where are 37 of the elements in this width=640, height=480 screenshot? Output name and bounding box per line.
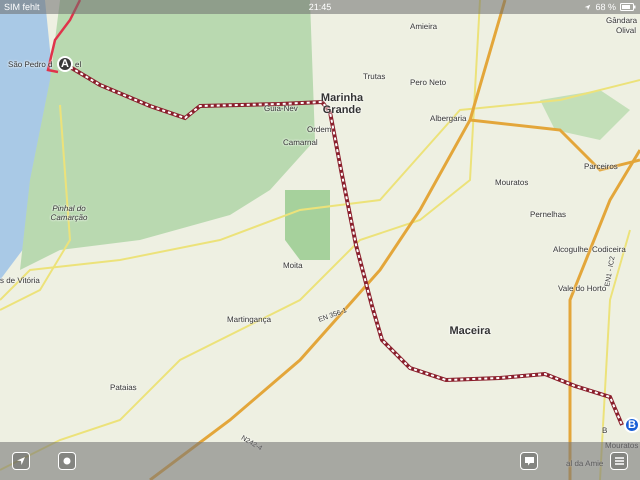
place-label: Alcogulhe [553, 245, 588, 254]
place-label: B [602, 426, 608, 435]
place-label: Amieira [410, 22, 438, 31]
battery-percent: 68 % [595, 2, 616, 12]
place-label: Trutas [363, 72, 386, 81]
place-label: s de Vitória [0, 276, 40, 285]
clock-time: 21:45 [308, 2, 332, 12]
place-label: Pinhal do Camarção [50, 204, 88, 222]
carrier-text: SIM fehlt [4, 2, 41, 12]
place-label: Camarnal [283, 138, 318, 147]
list-button[interactable] [610, 452, 628, 470]
list-icon [614, 456, 624, 466]
location-arrow-icon [584, 4, 592, 10]
location-arrow-icon [16, 456, 26, 466]
place-label: Mouratos [605, 441, 638, 450]
record-dot-icon [63, 457, 71, 465]
battery-icon [620, 3, 636, 11]
place-label: Moita [283, 261, 303, 270]
place-label: Vale do Horto [558, 284, 606, 293]
speech-bubble-icon [524, 456, 534, 466]
place-label: Guia-Nev [264, 104, 298, 113]
place-label: Martingança [227, 315, 272, 324]
place-label: Ordem [307, 125, 332, 134]
place-label: Olival [616, 26, 636, 35]
place-label: Maceira [448, 325, 492, 337]
locate-button[interactable] [12, 452, 30, 470]
place-label: Pernelhas [530, 210, 566, 219]
place-label: Pero Neto [410, 78, 446, 87]
place-label: Gândara [606, 16, 638, 25]
place-label: Albergaria [430, 114, 466, 123]
route-marker[interactable]: B [624, 417, 640, 433]
place-label: Mouratos [495, 178, 528, 187]
place-label: al da Amie [566, 459, 604, 468]
layers-button[interactable] [520, 452, 538, 470]
place-label: el [75, 60, 82, 69]
record-button[interactable] [58, 452, 76, 470]
place-label: Pataias [110, 383, 137, 392]
